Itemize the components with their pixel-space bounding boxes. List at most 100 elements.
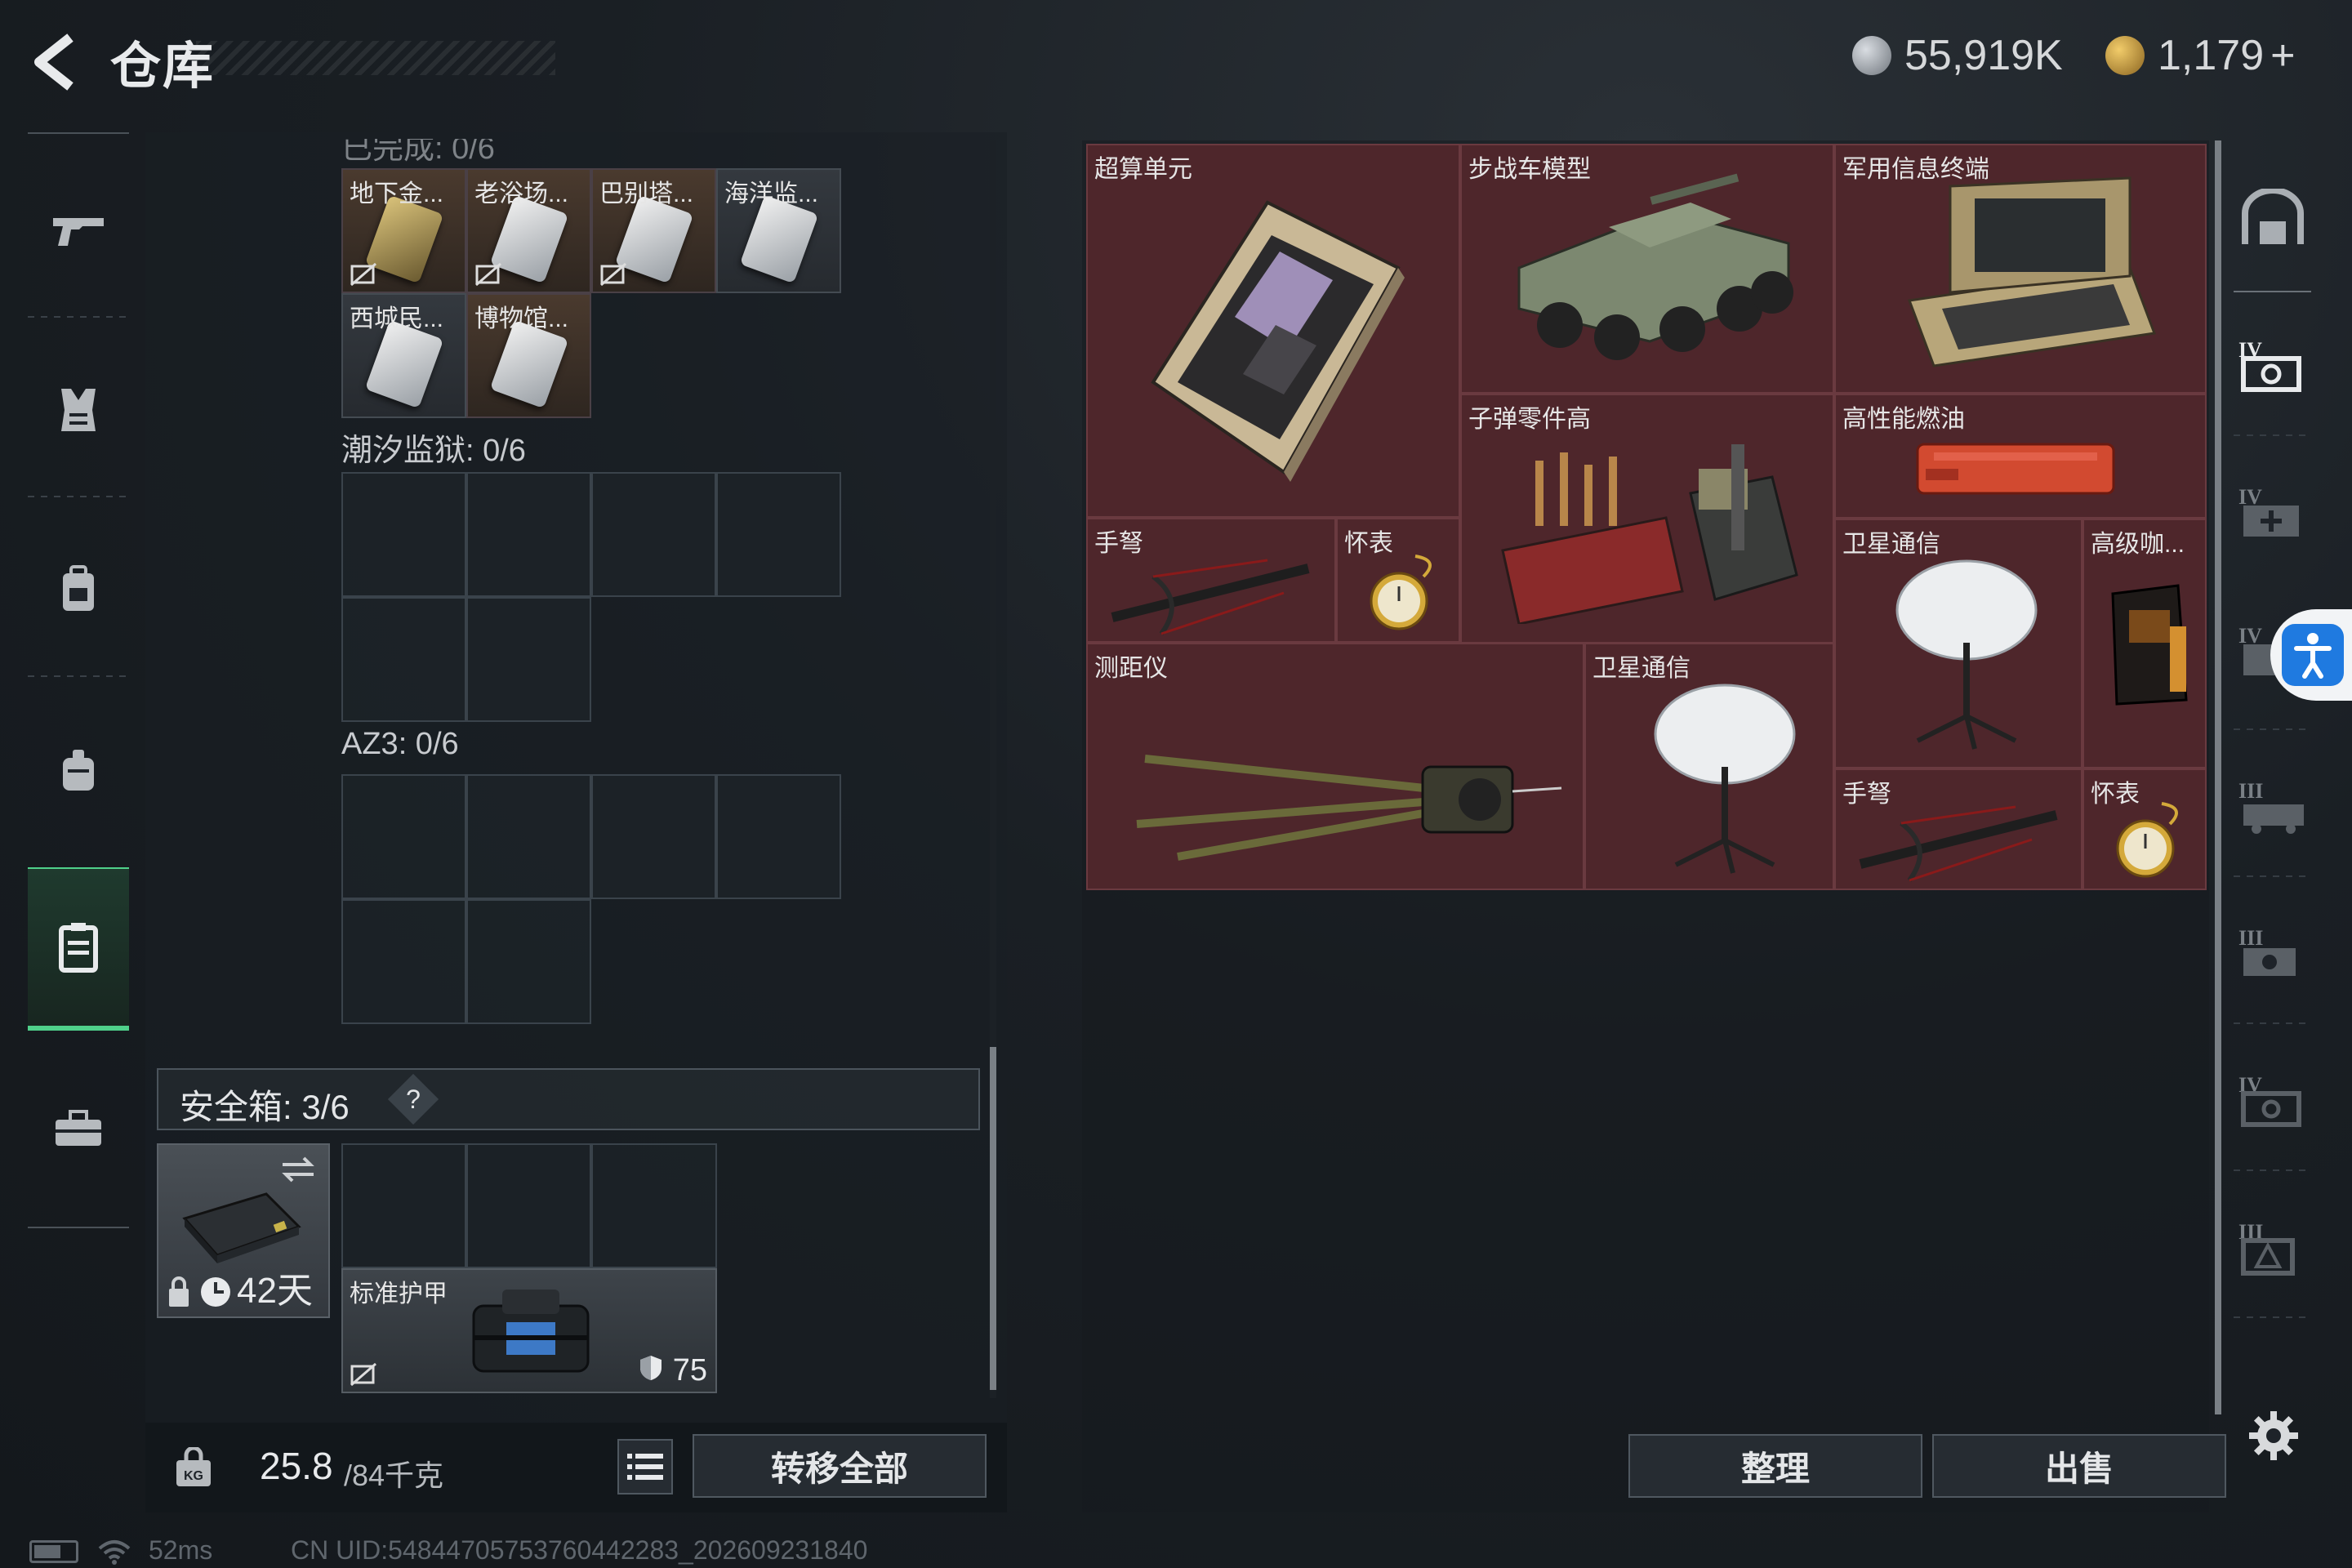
empty-slot[interactable] (466, 774, 591, 899)
stash-item[interactable]: 怀表 (2082, 768, 2207, 890)
tab-tier-iv-medical[interactable]: IV (2234, 443, 2311, 581)
nav-toolbox[interactable] (28, 1047, 129, 1210)
pocket-watch-icon (1370, 555, 1432, 630)
back-arrow-icon (34, 33, 74, 91)
durability-shield-icon (640, 1356, 662, 1380)
safe-box-item[interactable]: 42天 (157, 1143, 330, 1318)
stash-item[interactable]: 高级咖... (2082, 519, 2207, 768)
empty-slot[interactable] (466, 472, 591, 597)
svg-text:IV: IV (2238, 624, 2262, 648)
empty-slot[interactable] (341, 472, 466, 597)
battery-icon (29, 1540, 78, 1563)
armor-item[interactable]: 标准护甲 75 (341, 1268, 717, 1393)
pocket-watch-icon (2116, 802, 2178, 878)
stash-item[interactable]: 手弩 (1086, 518, 1336, 643)
no-insure-icon (600, 262, 626, 287)
tier-iii-gear-icon: III (2238, 926, 2296, 976)
tier-iii-card-icon: III (2238, 1220, 2295, 1276)
empty-slot[interactable] (716, 774, 841, 899)
stash-item[interactable]: 卫星通信 (1584, 643, 1834, 890)
armor-icon (61, 389, 96, 431)
home-icon (2241, 189, 2304, 244)
empty-slot[interactable] (466, 899, 591, 1024)
settings-button[interactable] (2247, 1410, 2300, 1462)
stash-item[interactable]: 高性能燃油 (1834, 394, 2207, 519)
ping-text: 52ms (149, 1535, 213, 1565)
tier-iv-chip-icon: IV (2238, 1073, 2301, 1127)
nav-armor[interactable] (28, 328, 129, 492)
organize-button[interactable]: 整理 (1628, 1434, 1922, 1498)
gold-currency[interactable]: 1,179 + (2105, 31, 2296, 80)
safe-box-label: 安全箱: 3/6 (180, 1088, 350, 1126)
right-tabs: IV IV IV III III IV III (2234, 140, 2311, 1382)
tab-tier-iii-card[interactable]: III (2234, 1178, 2311, 1316)
rangefinder-icon (1136, 755, 1562, 861)
key-item[interactable]: 西城民... (341, 293, 466, 418)
list-icon (627, 1454, 663, 1480)
svg-text:III: III (2238, 779, 2263, 803)
empty-slot[interactable] (466, 1143, 591, 1268)
tab-tier-iv-chip[interactable]: IV (2234, 1031, 2311, 1169)
backpack-icon (63, 565, 94, 611)
stash-item[interactable]: 子弹零件高 (1460, 394, 1834, 644)
crossbow-icon (1859, 805, 2058, 882)
tier-iv-container-icon: IV (2238, 338, 2301, 392)
stash-item[interactable]: 军用信息终端 (1834, 144, 2207, 394)
add-currency-button[interactable]: + (2270, 31, 2295, 80)
stash-item[interactable]: 测距仪 (1086, 643, 1584, 890)
ammo-parts-icon (1501, 444, 1798, 624)
empty-slot[interactable] (341, 899, 466, 1024)
stash-item[interactable]: 手弩 (1834, 768, 2082, 890)
accessibility-icon (2282, 624, 2344, 686)
list-view-button[interactable] (617, 1439, 673, 1494)
empty-slot[interactable] (341, 597, 466, 722)
tab-tier-iii-vehicle[interactable]: III (2234, 737, 2311, 875)
accessibility-button[interactable] (2270, 609, 2352, 701)
sell-button[interactable]: 出售 (1932, 1434, 2226, 1498)
lock-icon (169, 1276, 189, 1307)
empty-slot[interactable] (341, 1143, 466, 1268)
az3-label: AZ3: 0/6 (341, 727, 459, 761)
page-title: 仓库 (110, 38, 216, 95)
partial-section-label: 已完成: 0/6 (341, 131, 495, 166)
stash-item[interactable]: 卫星通信 (1834, 519, 2082, 768)
right-scrollbar-track[interactable] (2215, 140, 2221, 1414)
stash-item[interactable]: 怀表 (1336, 518, 1460, 643)
empty-slot[interactable] (591, 774, 716, 899)
right-scrollbar-thumb[interactable] (2215, 140, 2221, 1414)
stash-item[interactable]: 超算单元 (1086, 144, 1460, 518)
empty-slot[interactable] (591, 472, 716, 597)
stash-grid: 超算单元 步战车模型 军用信息终端 子弹零件高 高性能燃油 手弩 怀表 卫星通信… (1086, 144, 2207, 890)
coffee-bag-icon (2111, 584, 2188, 706)
transfer-all-button[interactable]: 转移全部 (693, 1434, 987, 1498)
gear-icon (2249, 1411, 2298, 1460)
tab-tier-iii-gear[interactable]: III (2234, 884, 2311, 1022)
wifi-icon (98, 1540, 131, 1565)
stash-item[interactable]: 步战车模型 (1460, 144, 1834, 394)
key-item[interactable]: 地下金... (341, 168, 466, 293)
key-item[interactable]: 老浴场... (466, 168, 591, 293)
swap-icon[interactable] (279, 1153, 317, 1186)
tab-home[interactable] (2234, 149, 2311, 287)
key-item[interactable]: 博物馆... (466, 293, 591, 418)
nav-safebox[interactable] (28, 867, 129, 1031)
empty-slot[interactable] (591, 1143, 717, 1268)
empty-slot[interactable] (716, 472, 841, 597)
key-item[interactable]: 海洋监... (716, 168, 841, 293)
weapon-icon (53, 218, 104, 246)
left-nav (28, 132, 129, 1228)
left-scrollbar-track[interactable] (990, 140, 996, 1398)
tab-tier-iv-container[interactable]: IV (2234, 296, 2311, 434)
nav-backpack[interactable] (28, 508, 129, 671)
nav-pouch[interactable] (28, 688, 129, 851)
tide-prison-label: 潮汐监狱: 0/6 (341, 434, 526, 468)
back-button[interactable] (24, 29, 90, 95)
tier-iv-medical-icon: IV (2238, 485, 2299, 537)
safe-box-grid: 标准护甲 75 (341, 1143, 717, 1393)
nav-weapon[interactable] (28, 149, 129, 312)
empty-slot[interactable] (466, 597, 591, 722)
silver-currency: 55,919K (1852, 31, 2063, 80)
empty-slot[interactable] (341, 774, 466, 899)
key-item[interactable]: 巴别塔... (591, 168, 716, 293)
left-scrollbar-thumb[interactable] (990, 1047, 996, 1390)
